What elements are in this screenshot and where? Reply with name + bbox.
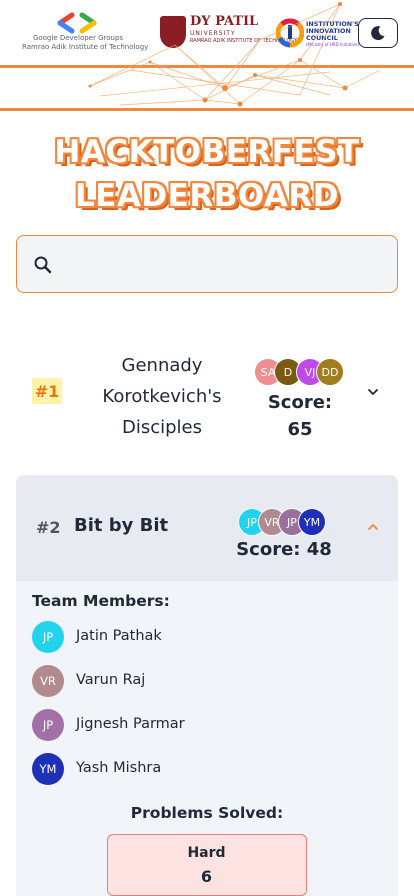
search-icon xyxy=(34,256,52,274)
member-row: JP Jatin Pathak xyxy=(32,621,372,653)
member-name: Jignesh Parmar xyxy=(76,716,185,732)
member-name: Varun Raj xyxy=(76,672,146,688)
member-row: YM Yash Mishra xyxy=(32,753,372,785)
team-name: Bit by Bit xyxy=(74,515,169,536)
team-score: Score: 65 xyxy=(254,389,346,443)
page-title-line2: LEADERBOARD xyxy=(75,178,339,214)
search-bar xyxy=(16,235,398,293)
team-score: Score: 48 xyxy=(236,539,332,560)
page-title: HACKTOBERFEST LEADERBOARD xyxy=(0,130,414,218)
avatar: YM xyxy=(298,508,326,536)
network-lines-graphic xyxy=(88,2,381,107)
problems-hard-card: Hard 6 xyxy=(107,834,307,896)
team-card-1[interactable]: #1 Gennady Korotkevich's Disciples SA D … xyxy=(16,338,398,446)
team-avatars: SA D VJ DD xyxy=(254,358,346,386)
problems-hard-label: Hard xyxy=(187,845,226,861)
member-name: Jatin Pathak xyxy=(76,628,162,644)
team-rank: #2 xyxy=(36,518,61,537)
chevron-down-icon[interactable] xyxy=(366,385,380,399)
chevron-up-icon[interactable] xyxy=(366,520,380,534)
member-row: JP Jignesh Parmar xyxy=(32,709,372,741)
decorative-banner xyxy=(0,2,414,111)
team-score-value: 65 xyxy=(287,419,313,440)
team-name-line: Gennady xyxy=(121,355,203,376)
member-name: Yash Mishra xyxy=(76,760,162,776)
team-name-line: Disciples xyxy=(121,417,202,438)
team-score-label: Score: xyxy=(267,392,333,413)
team-rank: #1 xyxy=(32,378,62,404)
team-name: Gennady Korotkevich's Disciples xyxy=(82,350,242,443)
team-avatars: JP VR JP YM xyxy=(238,508,330,536)
team-card-2: #2 Bit by Bit JP VR JP YM Score: 48 Team… xyxy=(16,475,398,896)
problems-hard-count: 6 xyxy=(200,867,213,886)
page-title-line1: HACKTOBERFEST xyxy=(54,134,360,170)
avatar: YM xyxy=(32,753,64,785)
problems-solved-heading: Problems Solved: xyxy=(130,804,284,822)
search-input[interactable] xyxy=(69,248,379,280)
avatar: VR xyxy=(32,665,64,697)
avatar: JP xyxy=(32,709,64,741)
team-members-heading: Team Members: xyxy=(32,592,170,610)
avatar: DD xyxy=(316,358,344,386)
avatar: JP xyxy=(32,621,64,653)
team-name-line: Korotkevich's xyxy=(102,386,222,407)
team-card-header[interactable]: #2 Bit by Bit JP VR JP YM Score: 48 xyxy=(16,475,398,581)
member-row: VR Varun Raj xyxy=(32,665,372,697)
